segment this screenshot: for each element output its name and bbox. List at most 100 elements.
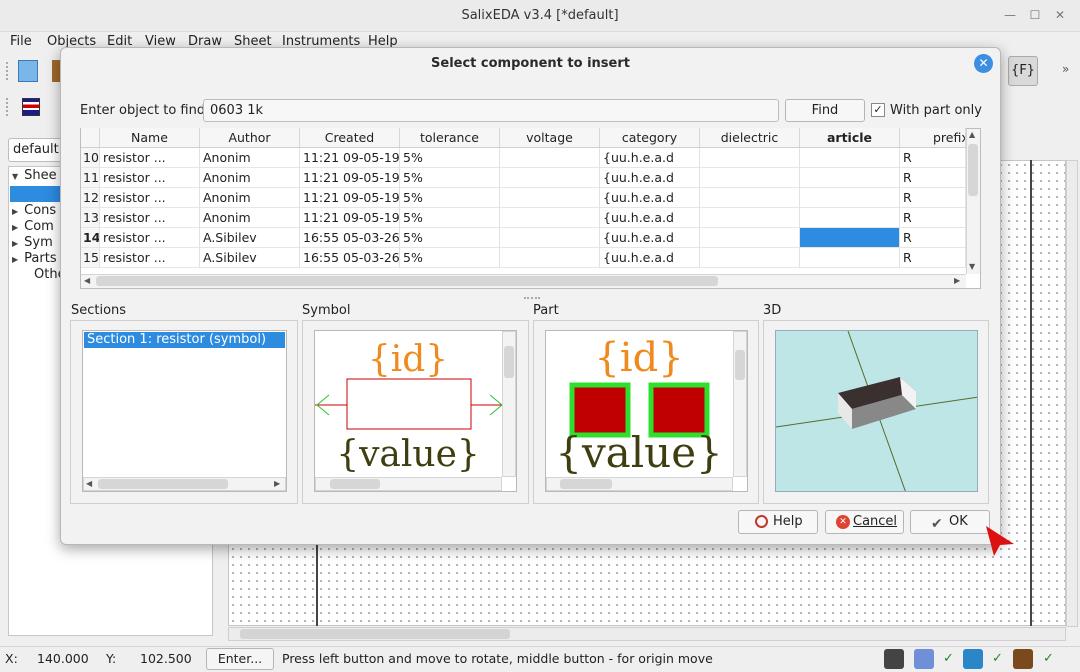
table-cell-prefix[interactable]: R [900,148,966,168]
3d-viewport[interactable] [775,330,978,492]
table-vscroll-thumb[interactable] [968,144,978,196]
toolbar-grip-2[interactable] [6,98,9,116]
help-button[interactable]: Help [738,510,818,534]
table-cell-name[interactable]: resistor ... [100,188,200,208]
table-cell-prefix[interactable]: R [900,228,966,248]
table-cell-category[interactable]: {uu.h.e.a.d [600,208,700,228]
table-cell-dielectric[interactable] [700,228,800,248]
scroll-right-icon[interactable]: ▶ [954,276,960,285]
sections-hscroll-thumb[interactable] [98,479,228,489]
scroll-left-icon[interactable]: ◀ [86,479,92,488]
table-cell-article[interactable] [800,148,900,168]
column-header-category[interactable]: category [600,128,700,148]
part-hscroll-thumb[interactable] [560,479,612,489]
table-cell-category[interactable]: {uu.h.e.a.d [600,188,700,208]
table-cell-created[interactable]: 16:55 05-03-26 [300,248,400,268]
table-cell-tolerance[interactable]: 5% [400,228,500,248]
table-cell-article[interactable] [800,188,900,208]
table-cell-article-selected[interactable] [800,228,900,248]
find-button[interactable]: Find [785,99,865,122]
column-header-created[interactable]: Created [300,128,400,148]
search-input[interactable]: 0603 1k [203,99,779,122]
table-cell-author[interactable]: A.Sibilev [200,228,300,248]
table-cell-dielectric[interactable] [700,188,800,208]
symbol-preview[interactable]: {id} {value} [314,330,517,492]
table-cell-voltage[interactable] [500,188,600,208]
table-cell-voltage[interactable] [500,148,600,168]
minimize-icon[interactable]: — [1003,8,1017,22]
scroll-right-icon[interactable]: ▶ [274,479,280,488]
table-cell-author[interactable]: Anonim [200,188,300,208]
column-header-dielectric[interactable]: dielectric [700,128,800,148]
row-number[interactable]: 11 [81,168,100,188]
table-cell-created[interactable]: 16:55 05-03-26 [300,228,400,248]
table-cell-category[interactable]: {uu.h.e.a.d [600,228,700,248]
row-number[interactable]: 14 [81,228,100,248]
table-cell-created[interactable]: 11:21 09-05-19 [300,188,400,208]
table-cell-created[interactable]: 11:21 09-05-19 [300,208,400,228]
library-icon[interactable] [1013,649,1033,669]
column-header-name[interactable]: Name [100,128,200,148]
enter-coordinates-button[interactable]: Enter... [206,648,274,670]
table-cell-created[interactable]: 11:21 09-05-19 [300,168,400,188]
table-cell-tolerance[interactable]: 5% [400,188,500,208]
table-cell-article[interactable] [800,248,900,268]
table-cell-voltage[interactable] [500,248,600,268]
table-cell-name[interactable]: resistor ... [100,148,200,168]
section-item[interactable]: Section 1: resistor (symbol) [84,332,285,348]
scroll-left-icon[interactable]: ◀ [84,276,90,285]
canvas-hscroll-thumb[interactable] [240,629,510,639]
table-cell-name[interactable]: resistor ... [100,208,200,228]
table-cell-prefix[interactable]: R [900,208,966,228]
table-cell-voltage[interactable] [500,168,600,188]
close-icon[interactable]: ✕ [974,54,993,73]
maximize-icon[interactable]: ☐ [1028,8,1042,22]
scroll-up-icon[interactable]: ▲ [969,130,975,139]
table-cell-author[interactable]: Anonim [200,208,300,228]
symbol-vscroll-thumb[interactable] [504,346,514,378]
tree-item-sym[interactable]: ▶ Sym [12,235,53,250]
menu-file[interactable]: File [10,34,32,49]
column-header-voltage[interactable]: voltage [500,128,600,148]
table-cell-author[interactable]: Anonim [200,168,300,188]
database-icon[interactable] [914,649,934,669]
table-cell-tolerance[interactable]: 5% [400,148,500,168]
table-cell-voltage[interactable] [500,228,600,248]
column-header-author[interactable]: Author [200,128,300,148]
scroll-down-icon[interactable]: ▼ [969,262,975,271]
column-header-article[interactable]: article [800,128,900,148]
table-cell-created[interactable]: 11:21 09-05-19 [300,148,400,168]
row-number[interactable]: 15 [81,248,100,268]
close-window-icon[interactable]: ✕ [1053,8,1067,22]
table-cell-dielectric[interactable] [700,208,800,228]
table-cell-name[interactable]: resistor ... [100,228,200,248]
ok-button[interactable]: ✔ OK [910,510,990,534]
cancel-button[interactable]: ✕ Cancel [825,510,904,534]
table-cell-category[interactable]: {uu.h.e.a.d [600,168,700,188]
table-cell-dielectric[interactable] [700,248,800,268]
table-cell-category[interactable]: {uu.h.e.a.d [600,148,700,168]
tree-item-parts[interactable]: ▶ Parts [12,251,57,266]
part-vscroll-thumb[interactable] [735,350,745,380]
cloud-icon[interactable] [963,649,983,669]
with-part-only-checkbox[interactable]: ✓ [871,103,885,117]
table-cell-name[interactable]: resistor ... [100,248,200,268]
table-cell-dielectric[interactable] [700,148,800,168]
table-cell-tolerance[interactable]: 5% [400,208,500,228]
toolbar-overflow-icon[interactable]: » [1062,62,1069,76]
function-icon[interactable]: {F} [1008,56,1038,86]
table-cell-tolerance[interactable]: 5% [400,248,500,268]
table-cell-prefix[interactable]: R [900,168,966,188]
table-cell-dielectric[interactable] [700,168,800,188]
table-cell-author[interactable]: Anonim [200,148,300,168]
row-number[interactable]: 12 [81,188,100,208]
table-cell-tolerance[interactable]: 5% [400,168,500,188]
table-cell-name[interactable]: resistor ... [100,168,200,188]
toolbar-grip[interactable] [6,62,9,80]
table-cell-voltage[interactable] [500,208,600,228]
column-header-prefix[interactable]: prefix [900,128,966,148]
camera-icon[interactable] [884,649,904,669]
table-cell-author[interactable]: A.Sibilev [200,248,300,268]
symbol-hscroll-thumb[interactable] [330,479,380,489]
tree-item-cons[interactable]: ▶ Cons [12,203,56,218]
